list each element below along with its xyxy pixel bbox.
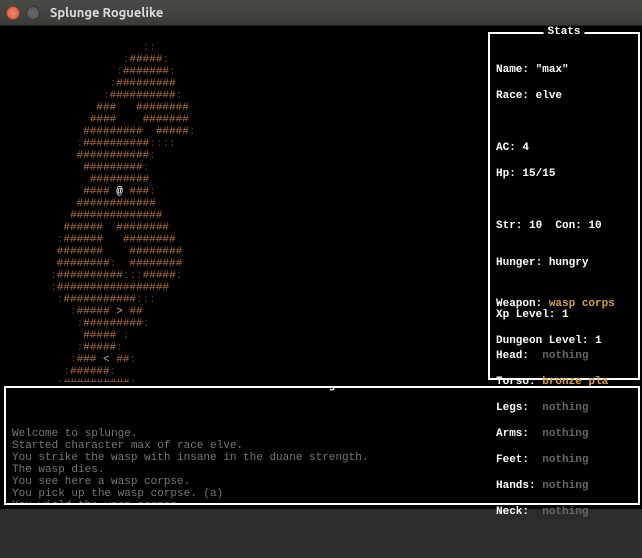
message-line: You pick up the wasp corpse. (a) [12, 488, 632, 500]
stats-panel: Stats Name: "max" Race: elve AC: 4 Hp: 1… [488, 32, 640, 380]
race-label: Race: [496, 90, 529, 102]
neck-value: nothing [542, 506, 588, 518]
messages-panel: Messages Welcome to splunge.Started char… [4, 386, 640, 505]
xp-label: Xp Level: [496, 309, 555, 321]
game-viewport[interactable]: :: :#####: :#######: :######### :#######… [0, 26, 642, 509]
message-line: You wield the wasp corpse. [12, 500, 632, 505]
ac-label: AC: [496, 142, 516, 154]
message-line: You strike the wasp with insane in the d… [12, 452, 632, 464]
hp-value: 15/15 [522, 168, 555, 180]
name-value: "max" [536, 64, 569, 76]
hunger-label: Hunger: [496, 257, 542, 269]
dungeon-map[interactable]: :: :#####: :#######: :######### :#######… [4, 30, 484, 382]
message-line: Started character max of race elve. [12, 440, 632, 452]
messages-header: Messages [292, 386, 353, 392]
minimize-icon[interactable] [26, 6, 40, 20]
close-icon[interactable] [6, 6, 20, 20]
stats-header: Stats [543, 26, 584, 39]
message-line: The wasp dies. [12, 464, 632, 476]
message-line: You see here a wasp corpse. [12, 476, 632, 488]
neck-label: Neck: [496, 506, 529, 518]
name-label: Name: [496, 64, 529, 76]
message-line: Welcome to splunge. [12, 428, 632, 440]
dlvl-value: 1 [595, 335, 602, 347]
con-value: 10 [588, 220, 601, 232]
hunger-value: hungry [549, 257, 589, 269]
str-value: 10 [529, 220, 542, 232]
str-label: Str: [496, 220, 522, 232]
race-value: elve [536, 90, 562, 102]
xp-value: 1 [562, 309, 569, 321]
window-titlebar: Splunge Roguelike [0, 0, 642, 26]
dlvl-label: Dungeon Level: [496, 335, 588, 347]
window-title: Splunge Roguelike [50, 6, 163, 20]
message-log: Welcome to splunge.Started character max… [12, 428, 632, 505]
con-label: Con: [555, 220, 581, 232]
hp-label: Hp: [496, 168, 516, 180]
ac-value: 4 [522, 142, 529, 154]
